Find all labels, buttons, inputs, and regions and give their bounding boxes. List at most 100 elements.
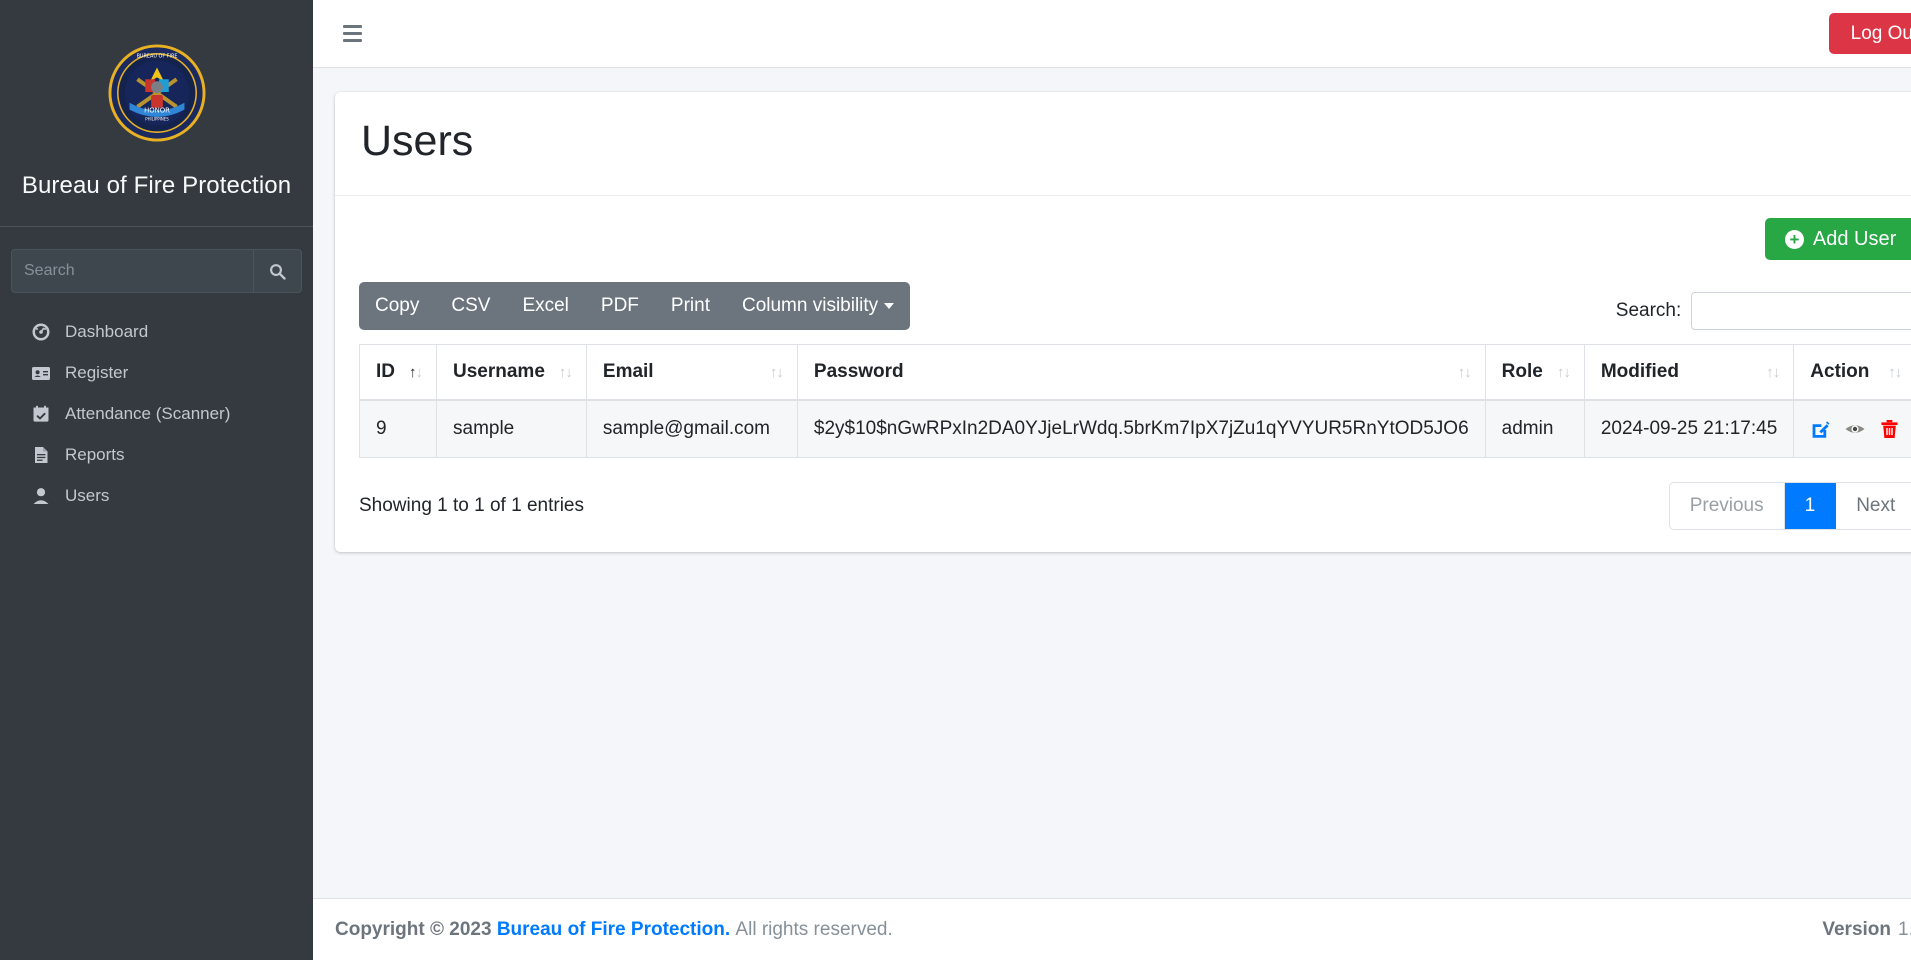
table-row[interactable]: 9 sample sample@gmail.com $2y$10$nGwRPxI… xyxy=(359,399,1911,459)
edit-icon[interactable] xyxy=(1810,419,1830,439)
pagination-page-1[interactable]: 1 xyxy=(1784,483,1837,530)
pagination-next[interactable]: Next xyxy=(1836,483,1911,530)
sort-arrows-icon: ↑↓ xyxy=(769,363,784,381)
sidebar-item-dashboard[interactable]: Dashboard xyxy=(8,313,305,351)
sort-arrows-icon: ↑↓ xyxy=(558,363,573,381)
plus-circle-icon: + xyxy=(1784,229,1804,249)
sidebar-item-users[interactable]: Users xyxy=(8,477,305,515)
cell-actions xyxy=(1793,399,1911,459)
column-header-modified[interactable]: Modified ↑↓ xyxy=(1584,344,1795,402)
users-card: Users + Add User Copy CSV Excel PDF Prin… xyxy=(335,92,1911,553)
cell-id: 9 xyxy=(359,399,437,459)
datatable-info: Showing 1 to 1 of 1 entries xyxy=(359,495,584,517)
sidebar-brand[interactable]: HONOR PHILIPPINES BUREAU OF FIRE Bureau … xyxy=(0,0,313,227)
footer-version-number: 1.0.0 xyxy=(1898,918,1911,940)
svg-text:PHILIPPINES: PHILIPPINES xyxy=(145,116,169,121)
sidebar-item-label: Register xyxy=(65,363,129,382)
dashboard-gauge-icon xyxy=(30,322,52,342)
pdf-button[interactable]: PDF xyxy=(585,282,655,330)
sidebar-item-label: Attendance (Scanner) xyxy=(65,404,231,423)
column-visibility-label: Column visibility xyxy=(741,295,879,317)
pagination: Previous 1 Next xyxy=(1668,482,1911,531)
footer-copyright: Copyright © 2023 xyxy=(335,918,492,940)
sidebar-item-label: Users xyxy=(65,486,110,505)
footer-rights: All rights reserved. xyxy=(735,918,893,940)
logout-button[interactable]: Log Out xyxy=(1828,13,1911,54)
users-table: ID ↑↓ Username ↑↓ Email ↑↓ Password ↑↓ R… xyxy=(359,344,1911,459)
sidebar-item-label: Reports xyxy=(65,445,125,464)
datatable-search: Search: xyxy=(1615,282,1911,331)
topbar: Log Out xyxy=(313,0,1911,68)
datatable-search-label: Search: xyxy=(1615,300,1682,322)
sort-arrows-icon: ↑↓ xyxy=(1457,363,1472,381)
file-document-icon xyxy=(30,445,52,465)
print-button[interactable]: Print xyxy=(655,282,726,330)
table-header-row: ID ↑↓ Username ↑↓ Email ↑↓ Password ↑↓ R… xyxy=(359,344,1911,402)
footer-version-label: Version xyxy=(1822,918,1892,940)
sidebar-nav: Dashboard Register Attendance (Scanner) … xyxy=(0,313,313,518)
sidebar-search xyxy=(11,249,302,293)
sort-arrows-icon: ↑↓ xyxy=(1556,363,1571,381)
pagination-previous[interactable]: Previous xyxy=(1669,483,1785,530)
sort-arrows-icon: ↑↓ xyxy=(409,363,423,381)
search-input[interactable] xyxy=(11,249,253,293)
cell-modified: 2024-09-25 21:17:45 xyxy=(1583,399,1795,459)
sidebar-brand-title: Bureau of Fire Protection xyxy=(21,172,292,199)
svg-text:HONOR: HONOR xyxy=(144,107,170,115)
search-button[interactable] xyxy=(253,249,302,293)
column-header-password[interactable]: Password ↑↓ xyxy=(797,344,1486,402)
hamburger-menu-icon[interactable] xyxy=(341,21,364,46)
sidebar-item-register[interactable]: Register xyxy=(8,354,305,392)
users-table-body: 9 sample sample@gmail.com $2y$10$nGwRPxI… xyxy=(359,399,1911,459)
datatable-toolbar: Copy CSV Excel PDF Print Column visibili… xyxy=(359,282,1911,331)
datatable-search-input[interactable] xyxy=(1691,292,1911,331)
cell-email: sample@gmail.com xyxy=(585,399,798,459)
sidebar-item-label: Dashboard xyxy=(65,322,149,341)
bfp-seal-logo: HONOR PHILIPPINES BUREAU OF FIRE xyxy=(107,44,206,142)
column-label: Email xyxy=(602,361,654,383)
excel-button[interactable]: Excel xyxy=(506,282,584,330)
cell-password: $2y$10$nGwRPxIn2DA0YJjeLrWdq.5brKm7IpX7j… xyxy=(796,399,1486,459)
id-card-icon xyxy=(30,363,52,383)
page-title: Users xyxy=(361,117,474,165)
column-label: Username xyxy=(453,361,545,383)
datatable-footer: Showing 1 to 1 of 1 entries Previous 1 N… xyxy=(359,482,1911,531)
csv-button[interactable]: CSV xyxy=(435,282,506,330)
add-user-row: + Add User xyxy=(359,216,1911,282)
main-content: Users + Add User Copy CSV Excel PDF Prin… xyxy=(313,68,1911,898)
column-label: Action xyxy=(1810,361,1870,383)
delete-trash-icon[interactable] xyxy=(1880,419,1899,439)
add-user-label: Add User xyxy=(1812,228,1897,251)
sidebar-item-reports[interactable]: Reports xyxy=(8,436,305,474)
column-header-action[interactable]: Action ↑↓ xyxy=(1793,344,1911,402)
sidebar: HONOR PHILIPPINES BUREAU OF FIRE Bureau … xyxy=(0,0,313,960)
sort-arrows-icon: ↑↓ xyxy=(1766,363,1780,381)
column-header-email[interactable]: Email ↑↓ xyxy=(586,344,798,402)
sort-arrows-icon: ↑↓ xyxy=(1888,363,1902,381)
column-visibility-button[interactable]: Column visibility xyxy=(726,282,910,330)
column-label: ID xyxy=(376,361,395,383)
cell-username: sample xyxy=(436,399,587,459)
calendar-check-icon xyxy=(30,404,52,424)
content-root: Log Out Users + Add User Copy CSV E xyxy=(313,0,1911,960)
datatable-export-buttons: Copy CSV Excel PDF Print Column visibili… xyxy=(359,282,911,331)
column-label: Modified xyxy=(1600,361,1679,383)
add-user-button[interactable]: + Add User xyxy=(1764,218,1911,261)
card-body: + Add User Copy CSV Excel PDF Print Colu… xyxy=(335,196,1911,552)
column-label: Password xyxy=(813,361,904,383)
column-header-id[interactable]: ID ↑↓ xyxy=(359,344,437,402)
column-header-username[interactable]: Username ↑↓ xyxy=(436,344,587,402)
copy-button[interactable]: Copy xyxy=(359,282,435,330)
svg-text:BUREAU OF FIRE: BUREAU OF FIRE xyxy=(136,54,177,60)
view-eye-icon[interactable] xyxy=(1844,419,1866,439)
sidebar-item-attendance-scanner[interactable]: Attendance (Scanner) xyxy=(8,395,305,433)
card-header: Users xyxy=(335,92,1911,197)
column-label: Role xyxy=(1501,361,1543,383)
cell-role: admin xyxy=(1484,399,1585,459)
column-header-role[interactable]: Role ↑↓ xyxy=(1485,344,1585,402)
footer: Copyright © 2023 Bureau of Fire Protecti… xyxy=(313,898,1911,960)
footer-org-link[interactable]: Bureau of Fire Protection. xyxy=(497,919,730,941)
search-icon xyxy=(270,263,286,280)
users-table-head: ID ↑↓ Username ↑↓ Email ↑↓ Password ↑↓ R… xyxy=(359,344,1911,402)
chevron-down-icon xyxy=(884,303,895,310)
